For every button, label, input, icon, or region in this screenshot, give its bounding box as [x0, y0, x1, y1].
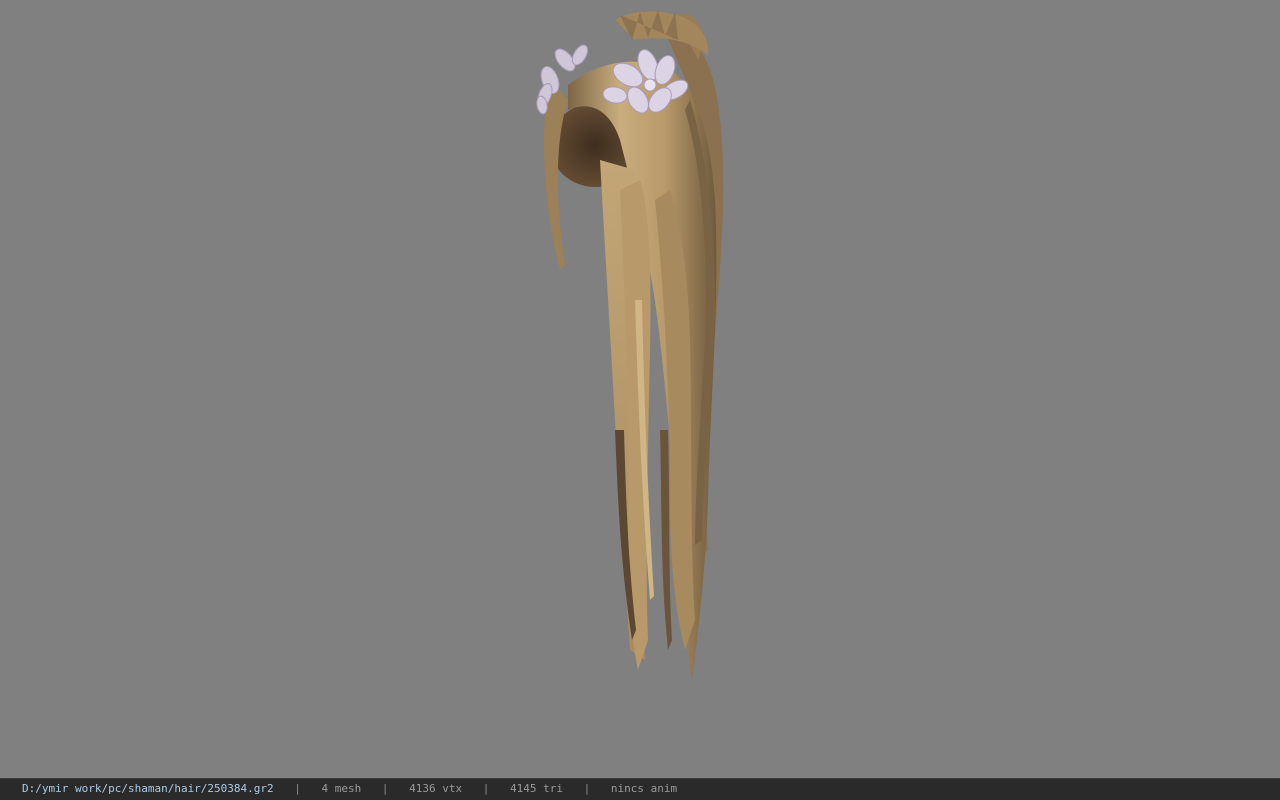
separator: | [294, 782, 301, 795]
separator: | [482, 782, 490, 795]
animation-status: nincs anim [610, 782, 678, 795]
vertex-count: 4136 vtx [409, 782, 463, 795]
3d-viewport[interactable] [0, 0, 1280, 778]
separator: | [381, 782, 389, 795]
status-bar: D:/ymir work/pc/shaman/hair/250384.gr2 |… [0, 778, 1280, 800]
hair-model-render[interactable] [520, 0, 760, 700]
separator: | [583, 782, 591, 795]
file-path: D:/ymir work/pc/shaman/hair/250384.gr2 [22, 782, 274, 795]
triangle-count: 4145 tri [510, 782, 564, 795]
mesh-count: 4 mesh [321, 782, 362, 795]
